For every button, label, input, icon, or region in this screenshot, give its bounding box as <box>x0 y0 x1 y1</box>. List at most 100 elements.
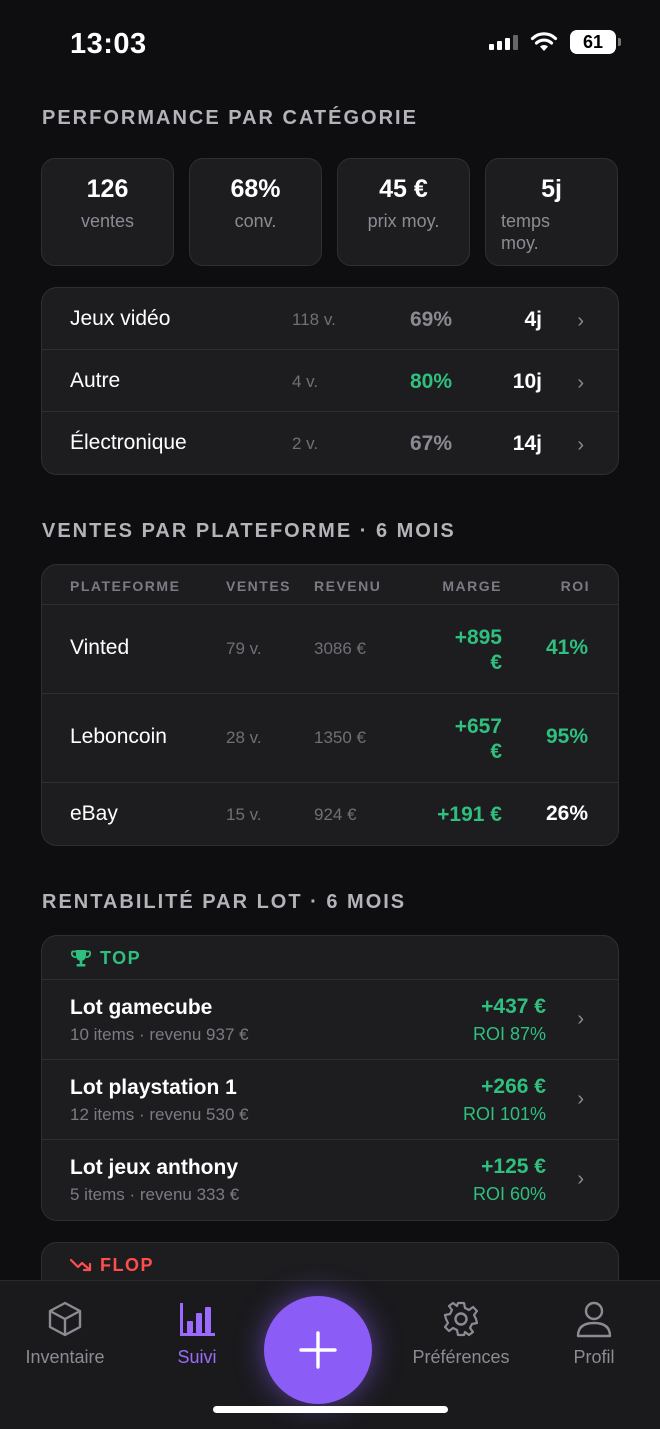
platform-name: eBay <box>70 802 118 825</box>
chevron-right-icon: › <box>577 1088 584 1110</box>
chevron-right-icon: › <box>577 1168 584 1190</box>
platform-section-title: VENTES PAR PLATEFORME · 6 MOIS <box>42 520 456 542</box>
stat-label: ventes <box>80 211 135 231</box>
category-pct: 69% <box>409 308 452 331</box>
platform-row-ebay: eBay 15 v. 924 € +191 € 26% <box>42 783 618 845</box>
lot-roi: ROI 60% <box>472 1184 546 1204</box>
header-revenue: REVENU <box>314 578 382 594</box>
lot-profit: +125 € <box>481 1155 546 1178</box>
top-lots-header: TOP <box>42 936 618 980</box>
category-pct: 67% <box>409 432 452 455</box>
tab-preferences[interactable]: Préférences <box>396 1299 526 1368</box>
platform-margin: +657 € <box>455 714 502 764</box>
category-name: Jeux vidéo <box>70 307 171 330</box>
bar-chart-icon <box>180 1303 215 1336</box>
header-platform: PLATEFORME <box>70 578 181 594</box>
platform-margin: +191 € <box>437 803 502 826</box>
category-count: 2 v. <box>292 434 319 453</box>
lot-name: Lot gamecube <box>70 996 213 1019</box>
category-row-electronique[interactable]: Électronique 2 v. 67% 14j › <box>42 412 618 474</box>
platform-sales: 79 v. <box>226 639 262 658</box>
trophy-icon <box>71 950 91 967</box>
category-days: 4j <box>524 308 542 331</box>
lot-subtitle: 5 items · revenu 333 € <box>70 1185 240 1204</box>
chevron-right-icon: › <box>577 434 584 456</box>
category-row-autre[interactable]: Autre 4 v. 80% 10j › <box>42 350 618 412</box>
lot-name: Lot jeux anthony <box>70 1156 238 1179</box>
stat-card-avg-price: 45 € prix moy. <box>337 158 470 266</box>
lot-name: Lot playstation 1 <box>70 1076 237 1099</box>
trending-down-icon <box>70 1258 92 1272</box>
wifi-icon <box>530 32 558 51</box>
platform-margin-value: +657 <box>454 715 502 738</box>
lot-profit: +437 € <box>481 995 546 1018</box>
category-days: 10j <box>512 370 542 393</box>
category-days: 14j <box>512 432 542 455</box>
header-sales: VENTES <box>226 578 292 594</box>
platform-margin-unit: € <box>490 740 502 763</box>
platform-row-vinted: Vinted 79 v. 3086 € +895 € 41% <box>42 605 618 694</box>
header-margin: MARGE <box>442 578 502 594</box>
category-name: Électronique <box>70 431 187 454</box>
lot-row-jeux-anthony[interactable]: Lot jeux anthony 5 items · revenu 333 € … <box>42 1140 618 1220</box>
status-time: 13:03 <box>70 28 147 60</box>
lot-section-title: RENTABILITÉ PAR LOT · 6 MOIS <box>42 891 407 913</box>
stat-label: prix moy. <box>367 211 440 231</box>
tab-label: Préférences <box>412 1347 510 1367</box>
add-button[interactable] <box>264 1296 372 1404</box>
top-lots-card: TOP Lot gamecube 10 items · revenu 937 €… <box>41 935 619 1221</box>
platform-name: Leboncoin <box>70 725 167 748</box>
status-icons: 61 <box>489 30 621 54</box>
category-section-title: PERFORMANCE PAR CATÉGORIE <box>42 107 418 129</box>
plus-icon <box>299 1331 337 1369</box>
tab-inventaire[interactable]: Inventaire <box>0 1299 130 1368</box>
platform-table-header: PLATEFORME VENTES REVENU MARGE ROI <box>42 565 618 605</box>
gear-icon <box>443 1301 479 1337</box>
lot-profit: +266 € <box>481 1075 546 1098</box>
tab-label: Profil <box>573 1347 615 1367</box>
lot-roi: ROI 87% <box>472 1024 546 1044</box>
category-row-jeux-video[interactable]: Jeux vidéo 118 v. 69% 4j › <box>42 288 618 350</box>
chevron-right-icon: › <box>577 372 584 394</box>
stat-value: 68% <box>230 175 281 203</box>
chevron-right-icon: › <box>577 1008 584 1030</box>
lot-roi: ROI 101% <box>462 1104 546 1124</box>
stat-value: 5j <box>541 175 562 203</box>
tab-profil[interactable]: Profil <box>529 1299 659 1368</box>
platform-margin-value: +895 <box>454 626 502 649</box>
stat-card-sales: 126 ventes <box>41 158 174 266</box>
lot-subtitle: 10 items · revenu 937 € <box>70 1025 249 1044</box>
signal-icon <box>489 34 518 50</box>
platform-roi: 26% <box>545 802 588 825</box>
platform-margin-unit: € <box>490 651 502 674</box>
stat-card-avg-time: 5j temps moy. <box>485 158 618 266</box>
platform-roi: 41% <box>545 636 588 659</box>
category-pct: 80% <box>409 370 452 393</box>
lot-row-gamecube[interactable]: Lot gamecube 10 items · revenu 937 € +43… <box>42 980 618 1060</box>
top-label: TOP <box>100 948 142 968</box>
category-count: 4 v. <box>292 372 319 391</box>
platform-sales: 28 v. <box>226 728 262 747</box>
platform-revenue: 924 € <box>314 805 357 824</box>
stat-label: conv. <box>234 211 277 231</box>
platform-revenue: 1350 € <box>314 728 366 747</box>
stat-value: 45 € <box>379 175 428 203</box>
tab-label: Inventaire <box>25 1347 105 1367</box>
stat-label: temps moy. <box>501 211 551 253</box>
flop-label: FLOP <box>100 1255 154 1275</box>
platform-margin: +895 € <box>455 625 502 675</box>
platform-row-leboncoin: Leboncoin 28 v. 1350 € +657 € 95% <box>42 694 618 783</box>
category-name: Autre <box>70 369 121 392</box>
lot-subtitle: 12 items · revenu 530 € <box>70 1105 249 1124</box>
tab-suivi[interactable]: Suivi <box>132 1299 262 1368</box>
battery-icon: 61 <box>570 30 621 54</box>
platform-name: Vinted <box>70 636 130 659</box>
tab-label: Suivi <box>177 1347 217 1367</box>
stat-value: 126 <box>86 175 129 203</box>
person-icon <box>576 1301 612 1338</box>
platform-revenue: 3086 € <box>314 639 366 658</box>
lot-row-playstation[interactable]: Lot playstation 1 12 items · revenu 530 … <box>42 1060 618 1140</box>
chevron-right-icon: › <box>577 310 584 332</box>
home-indicator <box>213 1406 448 1413</box>
header-roi: ROI <box>560 578 590 594</box>
